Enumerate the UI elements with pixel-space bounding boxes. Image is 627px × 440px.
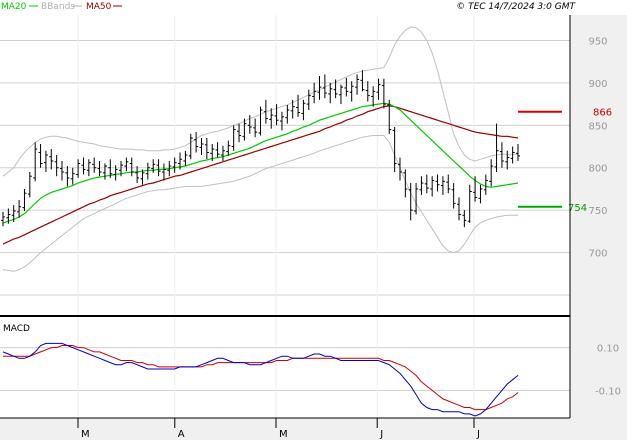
macd-panel-bg: [0, 318, 570, 418]
resistance-label: 866: [593, 108, 612, 119]
bottom-axis-bg: [0, 418, 627, 440]
price-y-tick: 900: [588, 79, 607, 90]
stock-chart: 866 754 950 900 850 800 750 700 0.10 -0.10 M A M J J…: [0, 2, 627, 440]
x-tick-label: J: [379, 429, 383, 440]
price-panel-bg: [0, 15, 570, 315]
price-y-tick: 800: [588, 164, 607, 175]
x-tick-label: M: [279, 429, 288, 440]
macd-title: MACD: [3, 324, 30, 334]
price-y-tick: 950: [588, 36, 607, 47]
price-y-tick: 750: [588, 206, 607, 217]
legend: MA20 BBands MA50: [1, 2, 122, 12]
x-tick-label: J: [476, 429, 480, 440]
x-tick-label: A: [178, 429, 185, 440]
support-label: 754: [568, 203, 587, 214]
legend-bbands: BBands: [41, 2, 75, 12]
copyright: © TEC 14/7/2024 3:0 GMT: [456, 2, 576, 12]
macd-y-tick: -0.10: [595, 386, 621, 397]
price-y-tick: 700: [588, 249, 607, 260]
legend-ma50: MA50: [86, 2, 112, 12]
x-tick-label: M: [81, 429, 90, 440]
legend-ma20: MA20: [1, 2, 27, 12]
macd-y-tick: 0.10: [597, 344, 619, 355]
price-y-tick: 850: [588, 121, 607, 132]
